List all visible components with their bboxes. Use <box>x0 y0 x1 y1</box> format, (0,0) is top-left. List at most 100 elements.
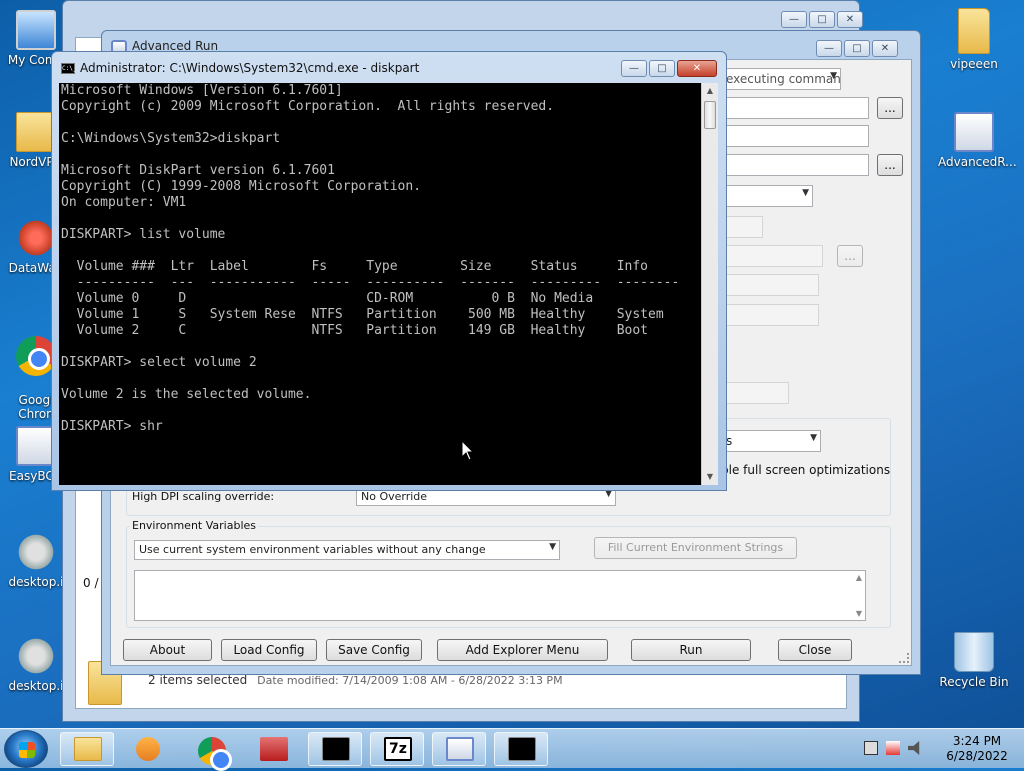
priority-select[interactable]: ▼ <box>721 185 813 207</box>
close-button[interactable]: Close <box>778 639 852 661</box>
taskbar: 7z 3:24 PM 6/28/2022 <box>0 728 1024 771</box>
folder-icon <box>74 737 102 761</box>
app-icon <box>16 426 56 466</box>
taskbar-toolbox[interactable] <box>246 732 300 766</box>
cmd-icon <box>322 737 350 761</box>
clock-date: 6/28/2022 <box>946 749 1008 763</box>
arguments-field[interactable] <box>721 125 869 147</box>
chrome-icon <box>16 336 56 376</box>
advrun-caption-buttons: — □ ✕ <box>816 40 898 57</box>
scroll-up-icon: ▲ <box>855 573 862 582</box>
system-tray <box>864 741 922 755</box>
cmd-icon <box>508 737 536 761</box>
browse-directory-button[interactable]: ... <box>877 154 903 176</box>
console-scrollbar[interactable]: ▲ ▼ <box>701 83 718 485</box>
folder-icon <box>958 8 990 54</box>
advancedrun-icon <box>446 737 474 761</box>
environment-mode-select[interactable]: Use current system environment variables… <box>134 540 560 560</box>
environment-mode-value: Use current system environment variables… <box>139 543 486 556</box>
disabled-field-1 <box>721 216 763 238</box>
fill-environment-button: Fill Current Environment Strings <box>594 537 797 559</box>
minimize-button[interactable]: — <box>816 40 842 57</box>
clock[interactable]: 3:24 PM 6/28/2022 <box>937 734 1017 764</box>
mouse-cursor-icon <box>461 440 475 461</box>
close-button[interactable]: ✕ <box>837 11 863 28</box>
gear-icon <box>16 636 56 676</box>
advancedrun-icon <box>954 112 994 152</box>
desktop-icon-vipeeen[interactable]: vipeeen <box>938 8 1010 71</box>
high-dpi-label: High DPI scaling override: <box>132 490 275 503</box>
chevron-down-icon: ▼ <box>549 542 556 552</box>
scroll-up-icon[interactable]: ▲ <box>702 83 718 99</box>
about-button[interactable]: About <box>123 639 212 661</box>
network-icon[interactable] <box>864 741 878 755</box>
browse-program-button[interactable]: ... <box>877 97 903 119</box>
media-player-icon <box>136 737 160 761</box>
environment-strings-textarea[interactable]: ▲ ▼ <box>134 570 866 621</box>
explorer-status-bar: 2 items selected Date modified: 7/14/200… <box>148 673 563 687</box>
cmd-icon: C:\_ <box>61 63 77 74</box>
taskbar-7zip[interactable]: 7z <box>370 732 424 766</box>
taskbar-advancedrun[interactable] <box>432 732 486 766</box>
desktop-icon-label: AdvancedR... <box>938 155 1017 169</box>
cmd-window[interactable]: C:\_ Administrator: C:\Windows\System32\… <box>51 51 727 491</box>
desktop-icon-label: Recycle Bin <box>939 675 1009 689</box>
window-title: Administrator: C:\Windows\System32\cmd.e… <box>80 61 420 75</box>
start-button[interactable] <box>4 730 48 768</box>
load-config-button[interactable]: Load Config <box>221 639 317 661</box>
high-dpi-value: No Override <box>361 490 428 503</box>
chevron-down-icon: ▼ <box>830 71 837 81</box>
disabled-field-4 <box>721 304 819 326</box>
status-modified: Date modified: 7/14/2009 1:08 AM - 6/28/… <box>257 674 563 687</box>
maximize-button[interactable]: □ <box>649 60 675 77</box>
disabled-field-3 <box>721 274 819 296</box>
taskbar-chrome[interactable] <box>184 732 238 771</box>
speaker-icon[interactable] <box>908 741 920 755</box>
taskbar-explorer[interactable] <box>60 732 114 766</box>
close-button[interactable]: ✕ <box>677 60 717 77</box>
save-config-button[interactable]: Save Config <box>326 639 422 661</box>
desktop-icon-recycle-bin[interactable]: Recycle Bin <box>938 632 1010 689</box>
toolbox-icon <box>260 737 288 761</box>
clock-time: 3:24 PM <box>952 734 1002 748</box>
disabled-field-5 <box>721 382 789 404</box>
start-directory-field[interactable] <box>721 154 869 176</box>
monitor-icon <box>16 10 56 50</box>
taskbar-cmd-2[interactable] <box>494 732 548 766</box>
folder-icon <box>16 112 56 152</box>
taskbar-media-player[interactable] <box>122 732 176 766</box>
compat-mode-select[interactable]: s ▼ <box>721 430 821 452</box>
minimize-button[interactable]: — <box>621 60 647 77</box>
resize-grip[interactable] <box>899 653 909 663</box>
scroll-thumb[interactable] <box>704 101 716 129</box>
chevron-down-icon: ▼ <box>802 188 809 198</box>
maximize-button[interactable]: □ <box>844 40 870 57</box>
program-path-field[interactable] <box>721 97 869 119</box>
taskbar-cmd-1[interactable] <box>308 732 362 766</box>
7zip-icon: 7z <box>384 737 412 761</box>
maximize-button[interactable]: □ <box>809 11 835 28</box>
console-output-area[interactable]: Microsoft Windows [Version 6.1.7601] Cop… <box>59 83 701 485</box>
chrome-icon <box>198 737 232 771</box>
scroll-down-icon: ▼ <box>855 609 862 618</box>
flag-icon[interactable] <box>886 741 900 755</box>
run-button[interactable]: Run <box>631 639 751 661</box>
scroll-down-icon[interactable]: ▼ <box>702 469 718 485</box>
disabled-field-2 <box>721 245 823 267</box>
add-explorer-menu-button[interactable]: Add Explorer Menu <box>437 639 608 661</box>
run-mode-select[interactable]: executing comman ▼ <box>721 68 841 90</box>
desktop-icon-advancedrun[interactable]: AdvancedR... <box>938 112 1017 169</box>
environment-group-label: Environment Variables <box>130 519 259 532</box>
desktop-icon-label: vipeeen <box>950 57 998 71</box>
explorer-caption-buttons: — □ ✕ <box>781 11 863 28</box>
disabled-browse-button: ... <box>837 245 863 267</box>
chevron-down-icon: ▼ <box>810 433 817 443</box>
close-button[interactable]: ✕ <box>872 40 898 57</box>
explorer-left-text: 0 / <box>83 576 99 590</box>
gear-icon <box>16 532 56 572</box>
fullscreen-opt-label: ble full screen optimizations <box>721 463 891 477</box>
status-selected: 2 items selected <box>148 673 248 687</box>
minimize-button[interactable]: — <box>781 11 807 28</box>
cmd-caption-buttons: — □ ✕ <box>621 60 717 77</box>
recycle-bin-icon <box>954 632 994 672</box>
